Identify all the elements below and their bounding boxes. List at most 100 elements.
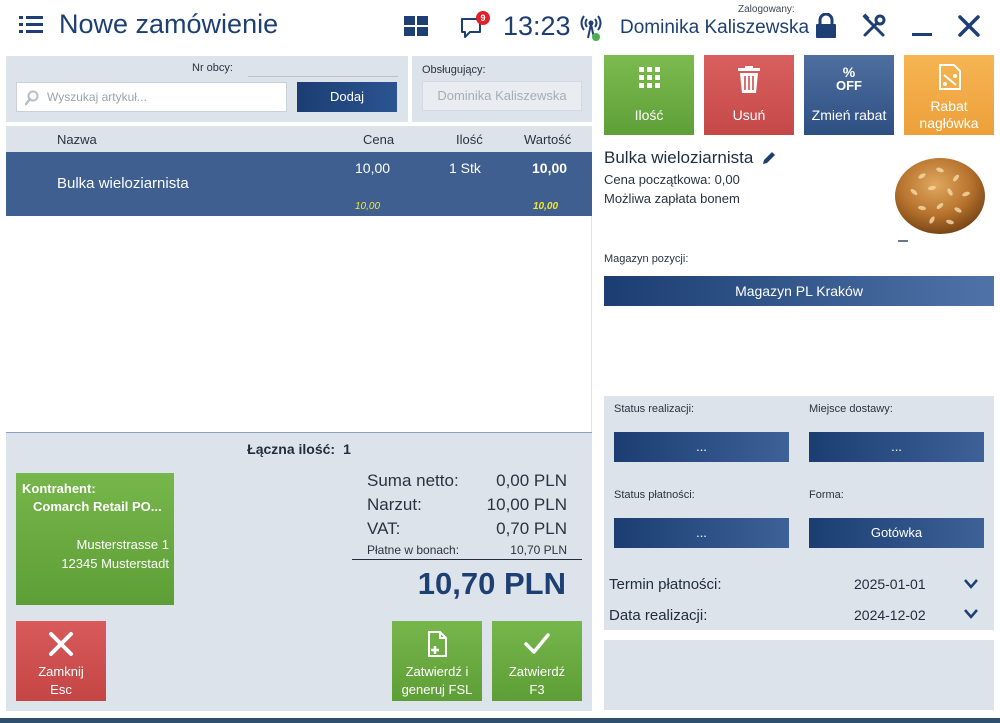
net-sum-label: Suma netto:	[367, 471, 459, 490]
status-realization-label: Status realizacji:	[614, 403, 695, 415]
vat-label: VAT:	[367, 519, 401, 538]
product-image	[895, 158, 985, 242]
top-bar: Nowe zamówienie 9 13:23 Zalogowany: Domi…	[0, 0, 1000, 52]
voucher-payment-note: Możliwa zapłata bonem	[604, 191, 740, 206]
header-discount-label-line2: nagłówka	[919, 115, 979, 131]
items-table: Nazwa Cena Ilość Wartość Bulka wieloziar…	[6, 126, 592, 432]
status-realization-button[interactable]: ...	[614, 432, 789, 462]
check-icon	[524, 633, 550, 654]
column-name[interactable]: Nazwa	[57, 132, 97, 147]
minimize-icon[interactable]	[912, 33, 932, 36]
trash-icon	[738, 66, 760, 93]
close-button-label: Zamknij	[38, 664, 84, 679]
user-name[interactable]: Dominika Kaliszewska	[620, 17, 809, 39]
search-icon	[25, 90, 39, 106]
voucher-paid-label: Płatne w bonach:	[367, 543, 460, 557]
nr-obcy-label: Nr obcy:	[192, 62, 233, 74]
delete-button-label: Usuń	[732, 107, 766, 123]
warehouse-selector[interactable]: Magazyn PL Kraków	[604, 276, 994, 306]
realization-date-label: Data realizacji:	[609, 607, 708, 624]
payment-form-label: Forma:	[809, 489, 844, 501]
chevron-down-icon[interactable]	[964, 579, 978, 589]
contractor-name: Comarch Retail PO...	[33, 499, 162, 514]
total-quantity-bar: Łączna ilość: 1	[6, 432, 592, 462]
contractor-address-line2: 12345 Musterstadt	[61, 556, 169, 571]
header-discount-label-line1: Rabat	[930, 98, 968, 114]
delivery-place-button[interactable]: ...	[809, 432, 984, 462]
connection-status-icon	[580, 15, 602, 41]
confirm-and-generate-fsl-button[interactable]: Zatwierdź i generuj FSL	[392, 621, 482, 701]
payment-due-label: Termin płatności:	[609, 576, 722, 593]
percent-icon-text: %	[842, 64, 856, 80]
serving-panel: Obsługujący: Dominika Kaliszewska	[412, 56, 592, 122]
row-qty: 1 Stk	[449, 160, 481, 176]
chevron-down-icon[interactable]	[964, 609, 978, 619]
quantity-button-label: Ilość	[634, 107, 664, 123]
realization-date-value[interactable]: 2024-12-02	[854, 607, 926, 623]
row-sub-price: 10,00	[355, 201, 381, 212]
initial-price: Cena początkowa: 0,00	[604, 172, 740, 187]
close-icon	[49, 632, 73, 656]
contractor-address-line1: Musterstrasse 1	[76, 537, 169, 552]
total-quantity-label: Łączna ilość:	[247, 441, 336, 457]
page-title: Nowe zamówienie	[59, 9, 279, 39]
warehouse-label: Magazyn pozycji:	[604, 253, 689, 265]
table-header: Nazwa Cena Ilość Wartość	[6, 126, 592, 152]
edit-pencil-icon[interactable]	[761, 150, 777, 166]
serving-label: Obsługujący:	[422, 64, 486, 76]
menu-icon[interactable]	[19, 15, 43, 35]
payment-status-label: Status płatności:	[614, 489, 695, 501]
tiles-view-icon[interactable]	[404, 16, 428, 36]
order-details-panel: Status realizacji: Miejsce dostawy: ... …	[604, 396, 994, 630]
payment-status-button[interactable]: ...	[614, 518, 789, 548]
add-button[interactable]: Dodaj	[297, 82, 397, 112]
close-button[interactable]: Zamknij Esc	[16, 621, 106, 701]
confirm-button-label: Zatwierdź	[508, 664, 566, 679]
summary-panel: Kontrahent: Comarch Retail PO... Musters…	[6, 462, 592, 711]
total-quantity-value: 1	[343, 441, 351, 457]
notification-badge: 9	[476, 11, 490, 25]
nr-obcy-field[interactable]	[248, 76, 398, 77]
search-box[interactable]	[16, 82, 287, 112]
bottom-strip	[0, 718, 1000, 723]
header-discount-button[interactable]: Rabat nagłówka	[904, 55, 994, 135]
percent-off-icon: % OFF	[804, 65, 894, 93]
summary-divider	[352, 559, 582, 560]
keypad-icon	[639, 67, 660, 88]
change-discount-label: Zmień rabat	[811, 107, 887, 123]
net-sum-value: 0,00 PLN	[496, 471, 567, 490]
serving-field[interactable]: Dominika Kaliszewska	[422, 81, 582, 111]
column-price[interactable]: Cena	[363, 132, 394, 147]
close-button-shortcut: Esc	[50, 682, 72, 697]
grand-total: 10,70 PLN	[417, 566, 566, 601]
row-price: 10,00	[355, 160, 391, 176]
row-name: Bulka wieloziarnista	[57, 175, 189, 192]
markup-label: Narzut:	[367, 495, 422, 514]
close-window-icon[interactable]	[958, 15, 980, 37]
column-value[interactable]: Wartość	[524, 132, 571, 147]
search-input[interactable]	[47, 88, 282, 106]
payment-due-value[interactable]: 2025-01-01	[854, 576, 926, 592]
confirm-button[interactable]: Zatwierdź F3	[492, 621, 582, 701]
delete-button[interactable]: Usuń	[704, 55, 794, 135]
delivery-place-label: Miejsce dostawy:	[809, 403, 893, 415]
vat-value: 0,70 PLN	[496, 519, 567, 538]
document-discount-icon	[939, 64, 961, 90]
search-panel: Nr obcy: Dodaj	[6, 56, 408, 122]
contractor-tile[interactable]: Kontrahent: Comarch Retail PO... Musters…	[16, 473, 174, 605]
column-qty[interactable]: Ilość	[456, 132, 483, 147]
quantity-button[interactable]: Ilość	[604, 55, 694, 135]
product-name: Bulka wieloziarnista	[604, 148, 754, 167]
empty-panel	[604, 640, 994, 710]
payment-form-button[interactable]: Gotówka	[809, 518, 984, 548]
settings-tools-icon[interactable]	[861, 13, 887, 39]
logged-in-label: Zalogowany:	[738, 4, 795, 15]
confirm-fsl-label-line2: generuj FSL	[401, 682, 473, 697]
document-add-icon	[428, 631, 447, 657]
voucher-paid-value: 10,70 PLN	[510, 543, 567, 557]
table-row[interactable]: Bulka wieloziarnista 10,00 1 Stk 10,00 1…	[6, 152, 592, 216]
change-discount-button[interactable]: % OFF Zmień rabat	[804, 55, 894, 135]
confirm-fsl-label-line1: Zatwierdź i	[405, 664, 469, 679]
clock: 13:23	[503, 11, 571, 41]
lock-icon[interactable]	[814, 13, 838, 39]
